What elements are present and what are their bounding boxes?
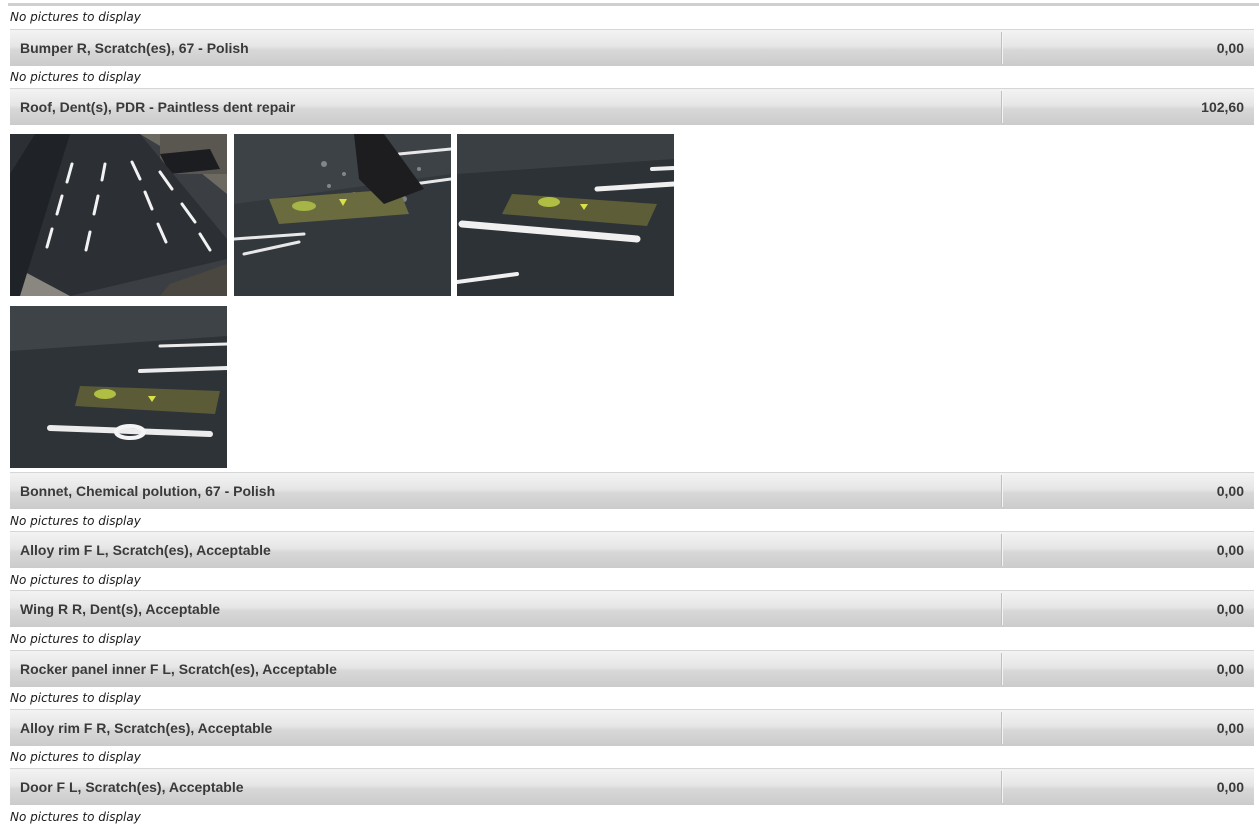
no-pictures-text: No pictures to display xyxy=(10,70,141,84)
damage-label: Alloy rim F R, Scratch(es), Acceptable xyxy=(20,720,273,736)
damage-row-rocker-panel[interactable]: Rocker panel inner F L, Scratch(es), Acc… xyxy=(10,650,1254,688)
roof-photo-4[interactable] xyxy=(10,306,227,468)
damage-label: Roof, Dent(s), PDR - Paintless dent repa… xyxy=(20,99,296,115)
damage-list: No pictures to display Bumper R, Scratch… xyxy=(0,0,1259,832)
damage-row-door-fl[interactable]: Door F L, Scratch(es), Acceptable 0,00 xyxy=(10,768,1254,806)
damage-amount: 102,60 xyxy=(1201,99,1244,115)
roof-photo-2-image xyxy=(234,134,451,296)
column-divider xyxy=(1001,593,1002,625)
damage-label: Door F L, Scratch(es), Acceptable xyxy=(20,779,244,795)
damage-row-alloy-rim-fl[interactable]: Alloy rim F L, Scratch(es), Acceptable 0… xyxy=(10,531,1254,569)
no-pictures-text: No pictures to display xyxy=(10,573,141,587)
no-pictures-text: No pictures to display xyxy=(10,750,141,764)
damage-row-wing-rr[interactable]: Wing R R, Dent(s), Acceptable 0,00 xyxy=(10,590,1254,628)
damage-amount: 0,00 xyxy=(1216,720,1244,736)
damage-row-roof[interactable]: Roof, Dent(s), PDR - Paintless dent repa… xyxy=(10,88,1254,126)
column-divider xyxy=(1001,712,1002,744)
damage-row-alloy-rim-fr[interactable]: Alloy rim F R, Scratch(es), Acceptable 0… xyxy=(10,709,1254,747)
damage-label: Bonnet, Chemical polution, 67 - Polish xyxy=(20,483,276,499)
damage-label: Alloy rim F L, Scratch(es), Acceptable xyxy=(20,542,271,558)
column-divider xyxy=(1001,653,1002,685)
damage-row-bonnet[interactable]: Bonnet, Chemical polution, 67 - Polish 0… xyxy=(10,472,1254,510)
roof-photo-2[interactable] xyxy=(234,134,451,296)
no-pictures-text: No pictures to display xyxy=(10,514,141,528)
column-divider xyxy=(1001,771,1002,803)
damage-amount: 0,00 xyxy=(1216,542,1244,558)
column-divider xyxy=(1001,32,1002,64)
damage-amount: 0,00 xyxy=(1216,40,1244,56)
roof-photo-3-image xyxy=(457,134,674,296)
roof-photo-3[interactable] xyxy=(457,134,674,296)
damage-amount: 0,00 xyxy=(1216,779,1244,795)
damage-label: Wing R R, Dent(s), Acceptable xyxy=(20,601,221,617)
damage-amount: 0,00 xyxy=(1216,661,1244,677)
damage-label: Bumper R, Scratch(es), 67 - Polish xyxy=(20,40,249,56)
no-pictures-text: No pictures to display xyxy=(10,810,141,824)
top-divider xyxy=(8,3,1259,6)
roof-photo-1[interactable] xyxy=(10,134,227,296)
roof-photo-4-image xyxy=(10,306,227,468)
no-pictures-text: No pictures to display xyxy=(10,10,141,24)
no-pictures-text: No pictures to display xyxy=(10,691,141,705)
damage-amount: 0,00 xyxy=(1216,483,1244,499)
column-divider xyxy=(1001,534,1002,566)
damage-row-bumper-r[interactable]: Bumper R, Scratch(es), 67 - Polish 0,00 xyxy=(10,29,1254,67)
column-divider xyxy=(1001,475,1002,507)
roof-photo-1-image xyxy=(10,134,227,296)
no-pictures-text: No pictures to display xyxy=(10,632,141,646)
damage-label: Rocker panel inner F L, Scratch(es), Acc… xyxy=(20,661,337,677)
damage-amount: 0,00 xyxy=(1216,601,1244,617)
column-divider xyxy=(1001,91,1002,123)
